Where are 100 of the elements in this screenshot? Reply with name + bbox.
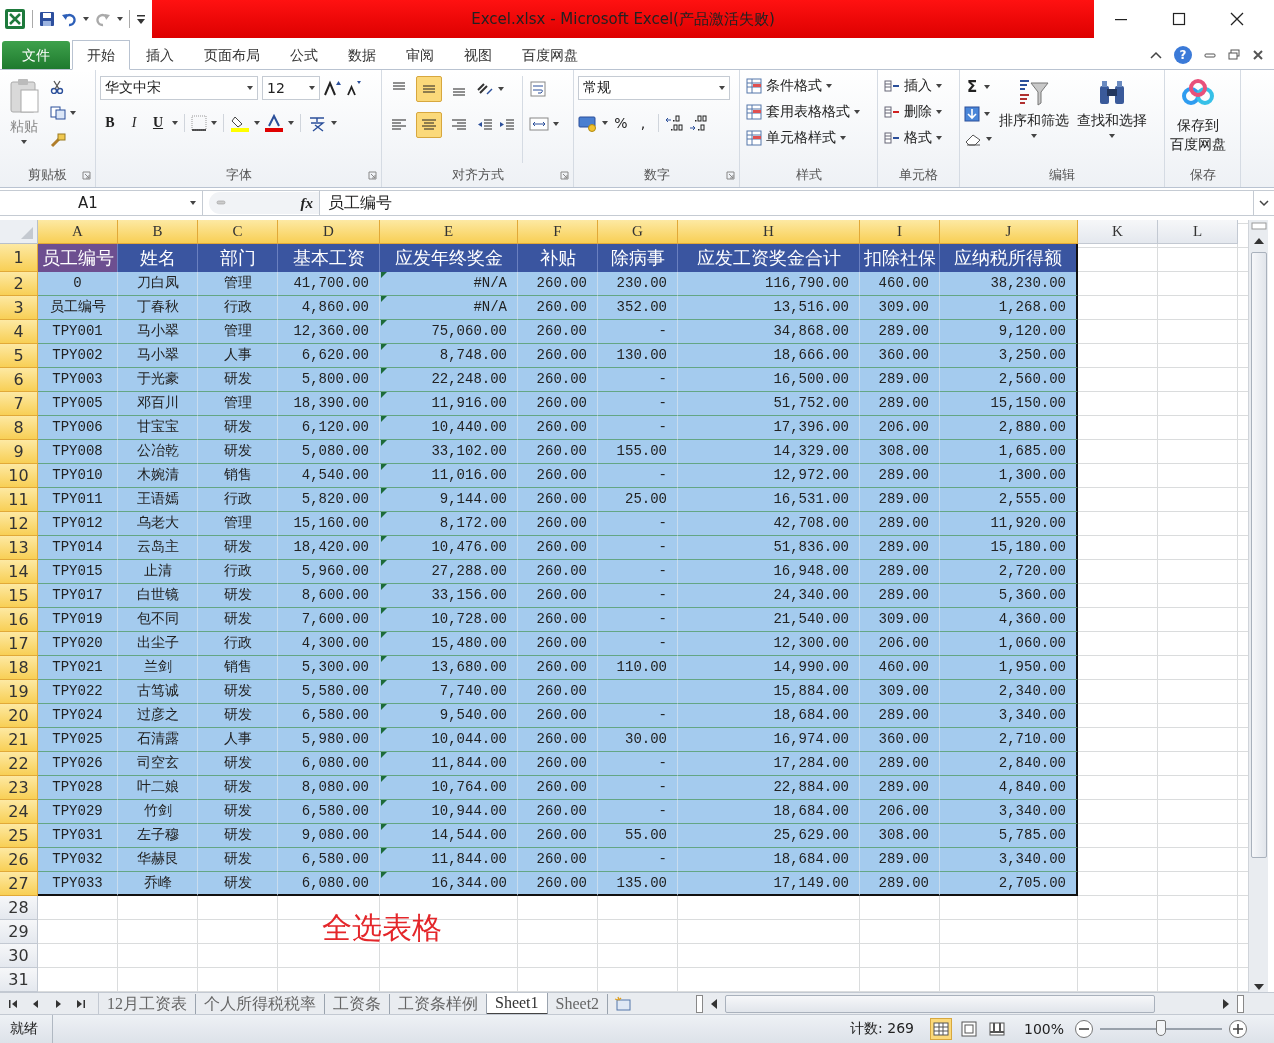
ribbon-menu-button[interactable]: 排序和筛选 bbox=[998, 76, 1070, 163]
column-header[interactable]: L bbox=[1158, 220, 1238, 244]
spreadsheet-app-icon[interactable] bbox=[4, 8, 26, 30]
ribbon-menu-button[interactable]: 查找和选择 bbox=[1076, 76, 1148, 163]
page-break-view-icon[interactable] bbox=[987, 1020, 1006, 1038]
caret-icon[interactable] bbox=[172, 121, 178, 125]
row-header[interactable]: 2 bbox=[0, 272, 38, 296]
row-header[interactable]: 5 bbox=[0, 344, 38, 368]
fill-color-icon[interactable] bbox=[230, 114, 250, 132]
sheet-tab[interactable]: Sheet2 bbox=[547, 993, 609, 1014]
dialog-launcher-icon[interactable] bbox=[368, 171, 377, 180]
save-icon[interactable] bbox=[39, 11, 55, 27]
caret-icon[interactable] bbox=[331, 121, 337, 125]
caret-icon[interactable] bbox=[719, 86, 725, 90]
scrollbar-thumb[interactable] bbox=[1250, 252, 1267, 858]
column-header[interactable]: D bbox=[278, 220, 380, 244]
column-header[interactable]: E bbox=[380, 220, 518, 244]
name-box-field[interactable]: A1 bbox=[0, 191, 203, 215]
row-header[interactable]: 3 bbox=[0, 296, 38, 320]
dialog-launcher-icon[interactable] bbox=[82, 171, 91, 180]
fill-down-icon[interactable] bbox=[964, 106, 980, 122]
row-header[interactable]: 4 bbox=[0, 320, 38, 344]
comma-style-button[interactable]: , bbox=[634, 115, 652, 131]
borders-icon[interactable] bbox=[191, 115, 207, 131]
row-header[interactable]: 21 bbox=[0, 728, 38, 752]
bold-button[interactable]: B bbox=[100, 115, 120, 131]
last-sheet-icon[interactable] bbox=[74, 998, 86, 1009]
column-header[interactable]: I bbox=[860, 220, 940, 244]
caret-icon[interactable] bbox=[211, 121, 217, 125]
zoom-out-icon[interactable] bbox=[1074, 1019, 1094, 1039]
row-header[interactable]: 8 bbox=[0, 416, 38, 440]
row-header[interactable]: 27 bbox=[0, 872, 38, 896]
decrease-decimal-icon[interactable] bbox=[689, 114, 709, 132]
caret-icon[interactable] bbox=[247, 86, 253, 90]
paste-button[interactable]: 粘贴 bbox=[4, 76, 44, 163]
scroll-left-icon[interactable] bbox=[709, 997, 720, 1010]
row-header[interactable]: 20 bbox=[0, 704, 38, 728]
row-header[interactable]: 26 bbox=[0, 848, 38, 872]
column-header[interactable]: H bbox=[678, 220, 860, 244]
page-layout-view-icon[interactable] bbox=[959, 1020, 978, 1038]
ribbon-menu-button[interactable]: 格式 bbox=[882, 128, 955, 148]
caret-icon[interactable] bbox=[1031, 134, 1037, 138]
eraser-icon[interactable] bbox=[964, 132, 982, 146]
file-tab[interactable]: 文件 bbox=[2, 41, 70, 69]
row-header[interactable]: 30 bbox=[0, 944, 38, 968]
ribbon-tab[interactable]: 页面布局 bbox=[190, 41, 274, 69]
autosum-button[interactable]: Σ bbox=[964, 78, 980, 96]
row-header[interactable]: 31 bbox=[0, 968, 38, 992]
copy-icon[interactable] bbox=[50, 106, 66, 120]
column-header[interactable]: B bbox=[118, 220, 198, 244]
row-header[interactable]: 13 bbox=[0, 536, 38, 560]
ribbon-menu-button[interactable]: 插入 bbox=[882, 76, 955, 96]
row-header[interactable]: 17 bbox=[0, 632, 38, 656]
close-icon[interactable] bbox=[1252, 49, 1264, 61]
caret-icon[interactable] bbox=[83, 17, 89, 21]
currency-icon[interactable] bbox=[578, 114, 598, 132]
scroll-up-icon[interactable] bbox=[1252, 236, 1265, 246]
close-icon[interactable] bbox=[1230, 12, 1244, 26]
caret-icon[interactable] bbox=[602, 121, 608, 125]
save-to-cloud-button[interactable]: 保存到 百度网盘 bbox=[1169, 76, 1227, 163]
column-header[interactable]: C bbox=[198, 220, 278, 244]
font-name-field[interactable]: 华文中宋 bbox=[100, 76, 258, 100]
row-header[interactable]: 15 bbox=[0, 584, 38, 608]
row-header[interactable]: 28 bbox=[0, 896, 38, 920]
caret-icon[interactable] bbox=[288, 121, 294, 125]
phonetic-guide-icon[interactable] bbox=[307, 114, 327, 132]
dialog-launcher-icon[interactable] bbox=[560, 171, 569, 180]
row-header[interactable]: 23 bbox=[0, 776, 38, 800]
maximize-icon[interactable] bbox=[1172, 12, 1186, 26]
ribbon-tab[interactable]: 数据 bbox=[334, 41, 390, 69]
row-header[interactable]: 19 bbox=[0, 680, 38, 704]
scrollbar-thumb[interactable] bbox=[725, 994, 1155, 1013]
column-header[interactable]: J bbox=[940, 220, 1078, 244]
ribbon-tab[interactable]: 审阅 bbox=[392, 41, 448, 69]
row-header[interactable]: 6 bbox=[0, 368, 38, 392]
first-sheet-icon[interactable] bbox=[8, 998, 20, 1009]
italic-button[interactable]: I bbox=[124, 115, 144, 131]
caret-icon[interactable] bbox=[254, 121, 260, 125]
caret-icon[interactable] bbox=[986, 137, 992, 141]
row-header[interactable]: 9 bbox=[0, 440, 38, 464]
row-header[interactable]: 1 bbox=[0, 244, 38, 272]
scroll-right-icon[interactable] bbox=[1221, 997, 1231, 1010]
zoom-in-icon[interactable] bbox=[1228, 1019, 1248, 1039]
format-painter-icon[interactable] bbox=[50, 132, 66, 148]
collapse-ribbon-icon[interactable] bbox=[1150, 50, 1162, 60]
row-header[interactable]: 11 bbox=[0, 488, 38, 512]
row-header[interactable]: 14 bbox=[0, 560, 38, 584]
caret-icon[interactable] bbox=[1109, 134, 1115, 138]
split-handle[interactable] bbox=[696, 994, 704, 1013]
caret-icon[interactable] bbox=[70, 111, 76, 115]
ribbon-tab[interactable]: 插入 bbox=[132, 41, 188, 69]
insert-function-button[interactable]: fx bbox=[300, 194, 313, 212]
caret-icon[interactable] bbox=[984, 85, 990, 89]
row-header[interactable]: 25 bbox=[0, 824, 38, 848]
scissors-icon[interactable] bbox=[50, 80, 64, 94]
ribbon-tab[interactable]: 百度网盘 bbox=[508, 41, 592, 69]
caret-icon[interactable] bbox=[21, 140, 27, 144]
ribbon-menu-button[interactable]: 单元格样式 bbox=[744, 128, 873, 148]
increase-decimal-icon[interactable] bbox=[665, 114, 685, 132]
dialog-launcher-icon[interactable] bbox=[726, 171, 735, 180]
